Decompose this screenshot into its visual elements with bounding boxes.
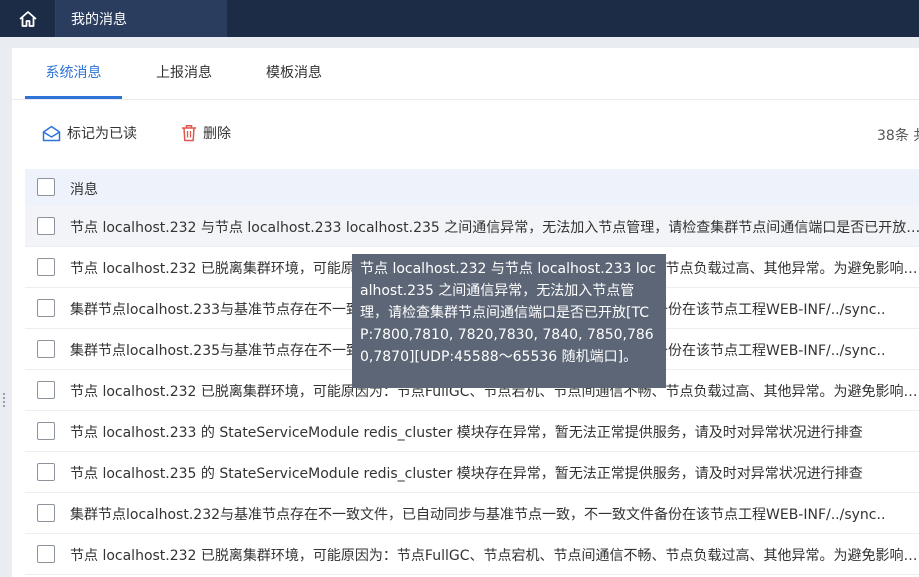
sidebar-resize-handle[interactable] xyxy=(3,393,8,409)
message-tabs: 系统消息 上报消息 模板消息 xyxy=(12,48,919,100)
row-checkbox[interactable] xyxy=(37,545,55,563)
row-checkbox[interactable] xyxy=(37,422,55,440)
message-text: 节点 localhost.232 已脱离集群环境，可能原因为：节点FullGC、… xyxy=(70,548,919,564)
column-header-message: 消息 xyxy=(70,182,98,198)
tab-reported-messages[interactable]: 上报消息 xyxy=(140,48,228,99)
message-text: 集群节点localhost.232与基准节点存在不一致文件，已自动同步与基准节点… xyxy=(70,507,886,523)
envelope-open-icon xyxy=(42,125,61,141)
row-checkbox[interactable] xyxy=(37,463,55,481)
mark-as-read-label: 标记为已读 xyxy=(67,126,137,142)
table-row[interactable]: 节点 localhost.233 的 StateServiceModule re… xyxy=(25,411,919,452)
message-text: 节点 localhost.232 与节点 localhost.233 local… xyxy=(70,220,919,236)
total-count-text: 38条 共 xyxy=(877,128,919,144)
home-icon xyxy=(18,10,37,27)
tab-label: 上报消息 xyxy=(156,65,212,81)
row-checkbox[interactable] xyxy=(37,340,55,358)
home-button[interactable] xyxy=(0,0,56,37)
table-row[interactable]: 节点 localhost.232 已脱离集群环境，可能原因为：节点FullGC、… xyxy=(25,534,919,575)
tab-label: 模板消息 xyxy=(266,65,322,81)
row-checkbox[interactable] xyxy=(37,299,55,317)
tab-system-messages[interactable]: 系统消息 xyxy=(25,48,122,99)
delete-label: 删除 xyxy=(203,126,231,142)
row-checkbox[interactable] xyxy=(37,381,55,399)
row-checkbox[interactable] xyxy=(37,504,55,522)
delete-button[interactable]: 删除 xyxy=(181,123,231,143)
trash-icon xyxy=(182,125,196,142)
top-navigation-bar: 我的消息 xyxy=(0,0,919,37)
message-tooltip: 节点 localhost.232 与节点 localhost.233 local… xyxy=(352,254,666,388)
select-all-checkbox[interactable] xyxy=(37,178,55,196)
row-checkbox[interactable] xyxy=(37,258,55,276)
active-tab-indicator xyxy=(25,96,122,99)
tab-template-messages[interactable]: 模板消息 xyxy=(250,48,338,99)
nav-tab-my-messages[interactable]: 我的消息 xyxy=(56,0,227,37)
table-row[interactable]: 节点 localhost.235 的 StateServiceModule re… xyxy=(25,452,919,493)
table-header: 消息 xyxy=(25,169,919,206)
message-text: 节点 localhost.233 的 StateServiceModule re… xyxy=(70,425,863,441)
message-text: 节点 localhost.235 的 StateServiceModule re… xyxy=(70,466,863,482)
mark-as-read-button[interactable]: 标记为已读 xyxy=(42,123,137,143)
row-checkbox[interactable] xyxy=(37,217,55,235)
tab-label: 系统消息 xyxy=(45,65,102,81)
table-row[interactable]: 集群节点localhost.232与基准节点存在不一致文件，已自动同步与基准节点… xyxy=(25,493,919,534)
table-row[interactable]: 节点 localhost.232 与节点 localhost.233 local… xyxy=(25,206,919,247)
nav-tab-label: 我的消息 xyxy=(71,11,127,28)
